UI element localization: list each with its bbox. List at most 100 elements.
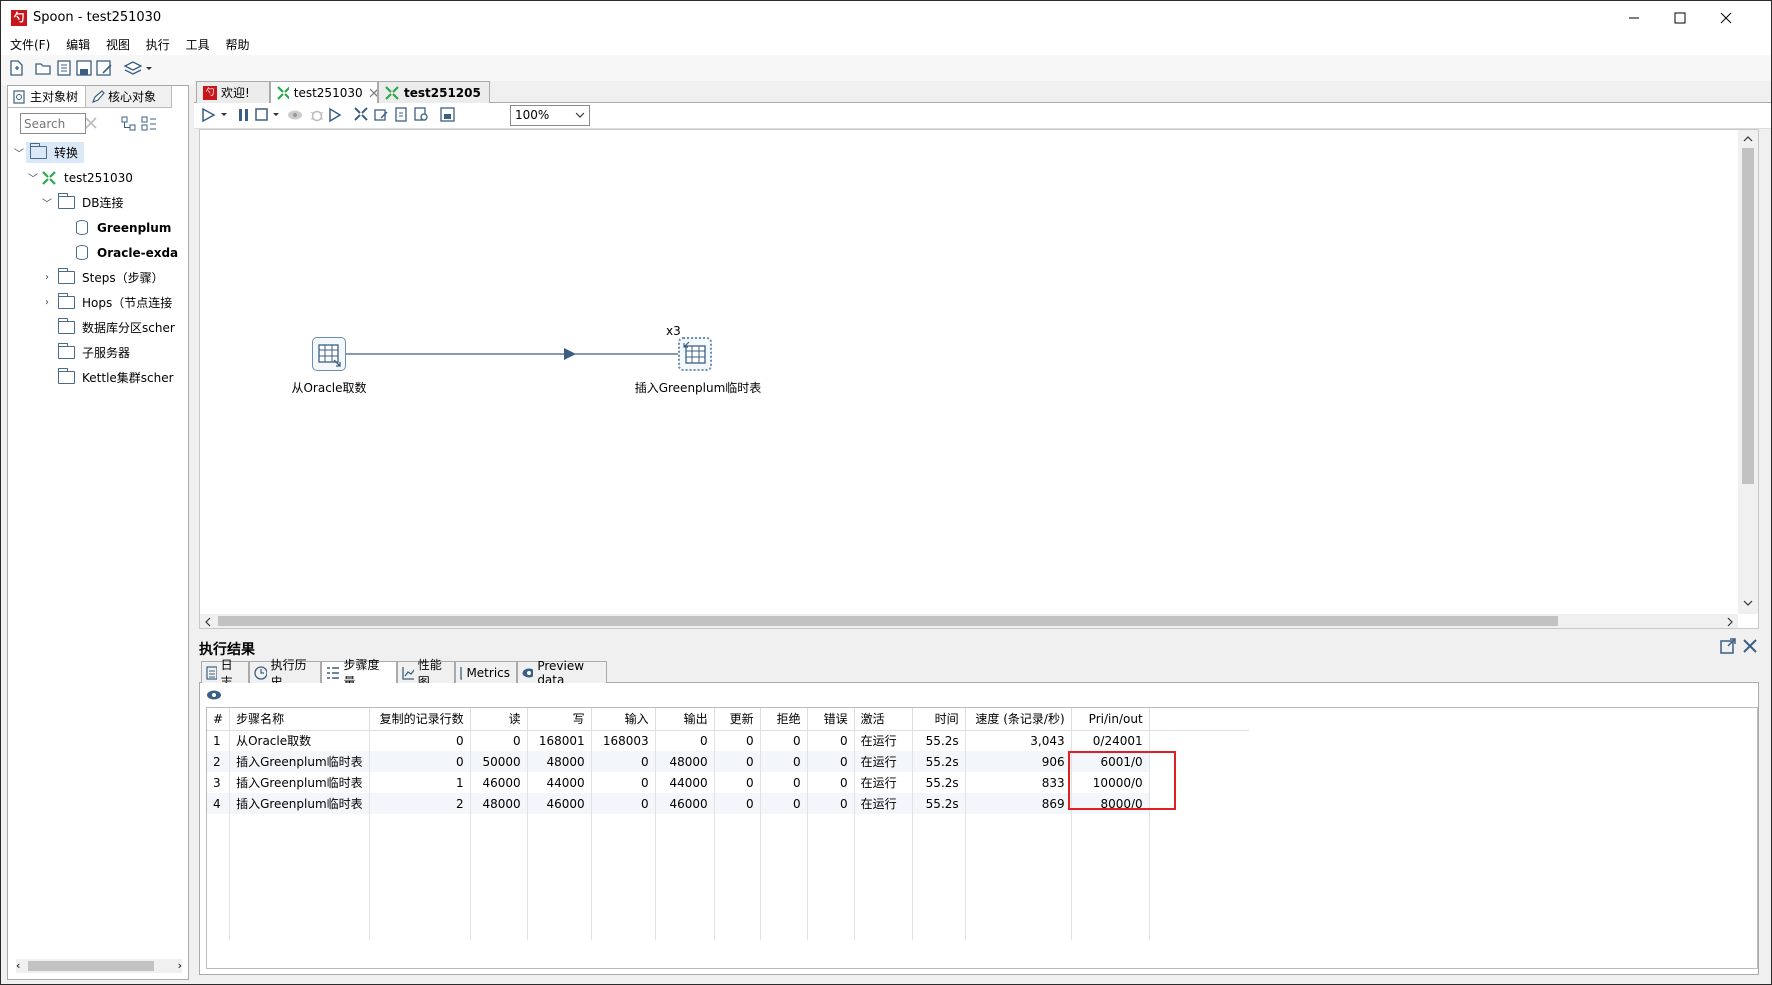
tree-item-transform[interactable]: ﹀ 转换	[12, 140, 188, 165]
tree-item-db-greenplum[interactable]: Greenplum	[12, 215, 188, 240]
menu-view[interactable]: 视图	[100, 35, 136, 55]
column-header[interactable]: 复制的记录行数	[369, 708, 471, 730]
tab-performance[interactable]: 性能图	[397, 658, 455, 689]
column-header[interactable]: #	[207, 708, 231, 730]
menu-tools[interactable]: 工具	[180, 35, 216, 55]
canvas-horizontal-scrollbar[interactable]	[200, 614, 1738, 628]
pause-icon[interactable]	[237, 107, 251, 123]
chevron-down-icon[interactable]: ﹀	[26, 170, 40, 185]
scroll-right-icon[interactable]: ›	[178, 959, 182, 972]
show-results-icon[interactable]	[440, 107, 456, 123]
table-row[interactable]: 1 从Oracle取数 0 0 168001 168003 0 0 0 0 在运…	[207, 730, 1249, 751]
tab-label: test251030	[293, 85, 363, 100]
tab-test251030[interactable]: test251030	[270, 81, 378, 103]
cell: 168001	[527, 730, 592, 751]
chevron-down-icon[interactable]: ﹀	[40, 195, 54, 210]
explore-db-icon[interactable]	[414, 107, 430, 123]
tab-test251205[interactable]: test251205	[378, 81, 490, 103]
replay-icon[interactable]	[328, 107, 344, 123]
step-table-output[interactable]	[678, 337, 712, 371]
save-icon[interactable]	[75, 59, 95, 79]
clear-search-icon[interactable]	[84, 116, 98, 130]
stop-icon[interactable]	[254, 107, 284, 123]
scroll-left-icon[interactable]	[204, 617, 212, 627]
column-header[interactable]: 速度 (条记录/秒)	[965, 708, 1072, 730]
left-horizontal-scrollbar[interactable]: ‹ ›	[16, 959, 182, 973]
column-header[interactable]: 更新	[714, 708, 761, 730]
close-button[interactable]	[1703, 1, 1749, 35]
tab-welcome[interactable]: 勺 欢迎!	[196, 81, 270, 103]
tree-item-db-connections[interactable]: ﹀ DB连接	[12, 190, 188, 215]
tab-log[interactable]: 日志	[201, 658, 249, 689]
debug-icon[interactable]	[309, 107, 325, 123]
minimize-button[interactable]	[1611, 1, 1657, 35]
column-header[interactable]: 写	[527, 708, 592, 730]
close-panel-icon[interactable]	[1742, 638, 1758, 654]
chevron-right-icon[interactable]: ›	[40, 272, 54, 283]
eye-icon[interactable]	[206, 688, 222, 702]
run-icon[interactable]	[201, 107, 231, 123]
tree-item-hops[interactable]: › Hops（节点连接	[12, 290, 188, 315]
scroll-thumb[interactable]	[1742, 148, 1754, 484]
preview-icon[interactable]	[287, 107, 305, 123]
chevron-right-icon[interactable]: ›	[40, 297, 54, 308]
scroll-thumb[interactable]	[28, 961, 154, 971]
step-label: 插入Greenplum临时表	[634, 381, 762, 395]
tree-item-transformation[interactable]: ﹀ test251030	[12, 165, 188, 190]
verify-icon[interactable]	[354, 107, 370, 123]
column-header[interactable]: 拒绝	[760, 708, 808, 730]
tab-history[interactable]: 执行历史	[249, 658, 321, 689]
cell: 0	[714, 751, 761, 772]
zoom-select[interactable]: 100%	[510, 105, 590, 126]
transformation-canvas[interactable]: 从Oracle取数 x3 插入Greenplum临时表	[199, 129, 1759, 629]
menu-edit[interactable]: 编辑	[60, 35, 96, 55]
search-input[interactable]	[20, 113, 86, 134]
scroll-left-icon[interactable]: ‹	[16, 959, 20, 972]
column-header[interactable]: 时间	[912, 708, 966, 730]
canvas-vertical-scrollbar[interactable]	[1738, 130, 1758, 614]
collapse-all-icon[interactable]	[141, 116, 157, 132]
tab-preview-data[interactable]: Preview data	[517, 659, 607, 687]
tree-item-slave-servers[interactable]: 子服务器	[12, 340, 188, 365]
save-as-icon[interactable]	[95, 59, 115, 79]
maximize-panel-icon[interactable]	[1719, 637, 1737, 655]
column-header[interactable]: 错误	[807, 708, 855, 730]
close-tab-icon[interactable]	[369, 88, 377, 98]
scroll-down-icon[interactable]	[1743, 600, 1753, 608]
tab-metrics[interactable]: Metrics	[455, 661, 517, 683]
chevron-down-icon[interactable]: ﹀	[12, 145, 26, 160]
expand-all-icon[interactable]	[121, 116, 137, 132]
column-header[interactable]: 输出	[655, 708, 715, 730]
scroll-up-icon[interactable]	[1743, 134, 1753, 142]
tab-core-objects[interactable]: 核心对象	[86, 86, 172, 108]
column-header[interactable]: 读	[470, 708, 528, 730]
maximize-button[interactable]	[1657, 1, 1703, 35]
tree-item-label: 数据库分区scher	[82, 321, 175, 335]
layers-dropdown-icon[interactable]	[123, 59, 157, 79]
cell: 833	[965, 772, 1072, 793]
sql-icon[interactable]	[394, 107, 410, 123]
tree-item-partitions[interactable]: 数据库分区scher	[12, 315, 188, 340]
scroll-right-icon[interactable]	[1726, 617, 1734, 627]
impact-analysis-icon[interactable]	[374, 107, 390, 123]
tab-main-tree[interactable]: 主对象树	[8, 86, 86, 108]
tree-icon	[13, 90, 25, 104]
new-file-icon[interactable]	[7, 59, 27, 79]
column-header[interactable]: 步骤名称	[229, 708, 370, 730]
step-table-input[interactable]	[312, 337, 346, 371]
column-header[interactable]: 激活	[854, 708, 913, 730]
menu-file[interactable]: 文件(F)	[4, 35, 56, 55]
tree-item-steps[interactable]: › Steps（步骤）	[12, 265, 188, 290]
column-header[interactable]: 输入	[591, 708, 656, 730]
tree-item-db-oracle[interactable]: Oracle-exda	[12, 240, 188, 265]
column-header[interactable]: Pri/in/out	[1071, 708, 1150, 730]
tab-step-metrics[interactable]: 步骤度量	[321, 658, 397, 689]
menu-help[interactable]: 帮助	[219, 35, 255, 55]
menu-run[interactable]: 执行	[140, 35, 176, 55]
scroll-thumb[interactable]	[218, 616, 1558, 626]
explore-repository-icon[interactable]	[55, 59, 75, 79]
tree-item-clusters[interactable]: Kettle集群scher	[12, 365, 188, 390]
cell: 插入Greenplum临时表	[229, 751, 370, 772]
cell: 44000	[527, 772, 592, 793]
open-file-icon[interactable]	[34, 59, 54, 79]
